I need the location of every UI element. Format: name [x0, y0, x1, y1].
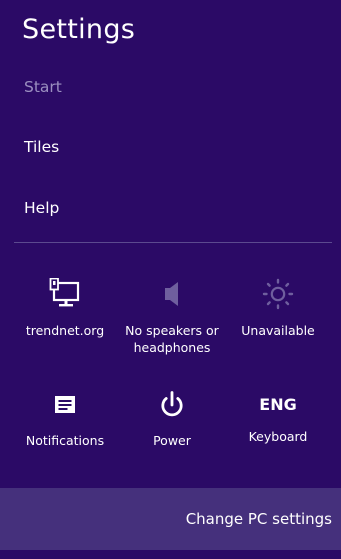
speaker-icon — [122, 278, 222, 314]
volume-label: No speakers or headphones — [125, 323, 219, 355]
menu-item-help[interactable]: Help — [24, 199, 59, 217]
panel-title: Settings — [22, 14, 136, 45]
network-label: trendnet.org — [25, 323, 105, 338]
menu-item-tiles[interactable]: Tiles — [24, 138, 59, 156]
notifications-tile[interactable]: Notifications — [15, 390, 115, 449]
settings-charm-panel: Settings Start Tiles Help trendnet.org N… — [0, 0, 341, 559]
notifications-icon — [15, 390, 115, 424]
keyboard-label: Keyboard — [248, 429, 308, 444]
power-icon — [122, 390, 222, 424]
change-pc-settings-label: Change PC settings — [185, 510, 332, 528]
network-monitor-icon — [15, 277, 115, 314]
keyboard-tile[interactable]: ENG Keyboard — [228, 390, 328, 445]
brightness-tile: Unavailable — [228, 278, 328, 339]
bottom-strip — [0, 550, 341, 559]
menu-item-start[interactable]: Start — [24, 78, 62, 96]
brightness-sun-icon — [228, 278, 328, 314]
section-divider — [14, 242, 332, 243]
power-label: Power — [153, 433, 191, 448]
volume-tile: No speakers or headphones — [122, 278, 222, 356]
power-tile[interactable]: Power — [122, 390, 222, 449]
notifications-label: Notifications — [25, 433, 105, 448]
change-pc-settings-button[interactable]: Change PC settings — [0, 488, 341, 550]
keyboard-language-indicator: ENG — [259, 395, 297, 414]
brightness-label: Unavailable — [241, 323, 315, 338]
network-tile[interactable]: trendnet.org — [15, 277, 115, 339]
